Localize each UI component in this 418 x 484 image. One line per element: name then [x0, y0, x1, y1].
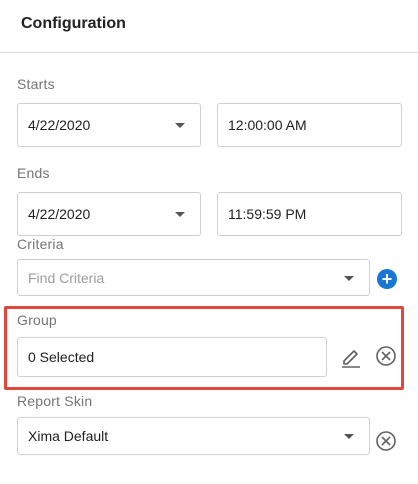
- close-circle-icon[interactable]: [375, 345, 397, 367]
- chevron-down-icon: [175, 212, 185, 217]
- group-value: 0 Selected: [28, 349, 95, 365]
- criteria-placeholder: Find Criteria: [28, 269, 105, 286]
- report-skin-value: Xima Default: [28, 428, 109, 444]
- group-label: Group: [17, 312, 57, 328]
- ends-time-value: 11:59:59 PM: [228, 206, 307, 222]
- criteria-select[interactable]: Find Criteria: [17, 259, 370, 296]
- ends-time-input[interactable]: 11:59:59 PM: [217, 192, 402, 236]
- ends-label: Ends: [17, 165, 50, 181]
- config-header: Configuration: [0, 0, 418, 53]
- pencil-icon[interactable]: [340, 345, 362, 369]
- starts-date-value: 4/22/2020: [28, 117, 91, 133]
- report-skin-select[interactable]: Xima Default: [17, 417, 370, 455]
- add-criteria-icon[interactable]: +: [377, 269, 397, 289]
- ends-date-select[interactable]: 4/22/2020: [17, 192, 201, 236]
- starts-time-input[interactable]: 12:00:00 AM: [217, 103, 402, 147]
- starts-label: Starts: [17, 76, 55, 92]
- page-title: Configuration: [21, 15, 126, 32]
- criteria-label: Criteria: [17, 236, 64, 252]
- report-skin-label: Report Skin: [17, 393, 93, 409]
- chevron-down-icon: [344, 275, 354, 281]
- group-field[interactable]: 0 Selected: [17, 337, 327, 377]
- chevron-down-icon: [175, 123, 185, 128]
- ends-date-value: 4/22/2020: [28, 206, 91, 222]
- starts-time-value: 12:00:00 AM: [228, 117, 307, 133]
- close-circle-icon[interactable]: [375, 430, 397, 452]
- chevron-down-icon: [344, 434, 354, 439]
- starts-date-select[interactable]: 4/22/2020: [17, 103, 201, 147]
